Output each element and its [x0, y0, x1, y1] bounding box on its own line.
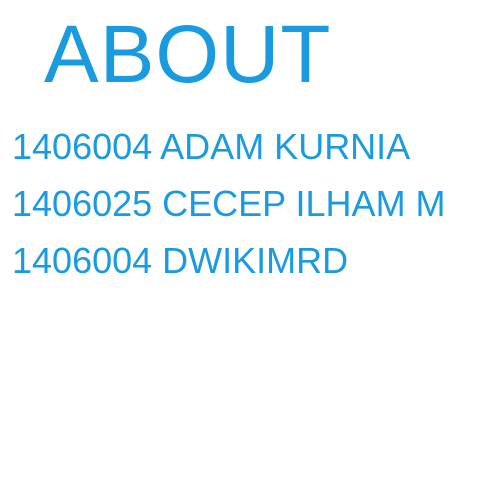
- member-row: 1406004 ADAM KURNIA: [12, 126, 411, 167]
- member-list: 1406004 ADAM KURNIA 1406025 CECEP ILHAM …: [12, 118, 446, 289]
- member-row: 1406004 DWIKIMRD: [12, 240, 349, 281]
- page-title: ABOUT: [44, 9, 332, 100]
- about-page: ABOUT 1406004 ADAM KURNIA 1406025 CECEP …: [0, 0, 500, 500]
- member-row: 1406025 CECEP ILHAM M: [12, 183, 446, 224]
